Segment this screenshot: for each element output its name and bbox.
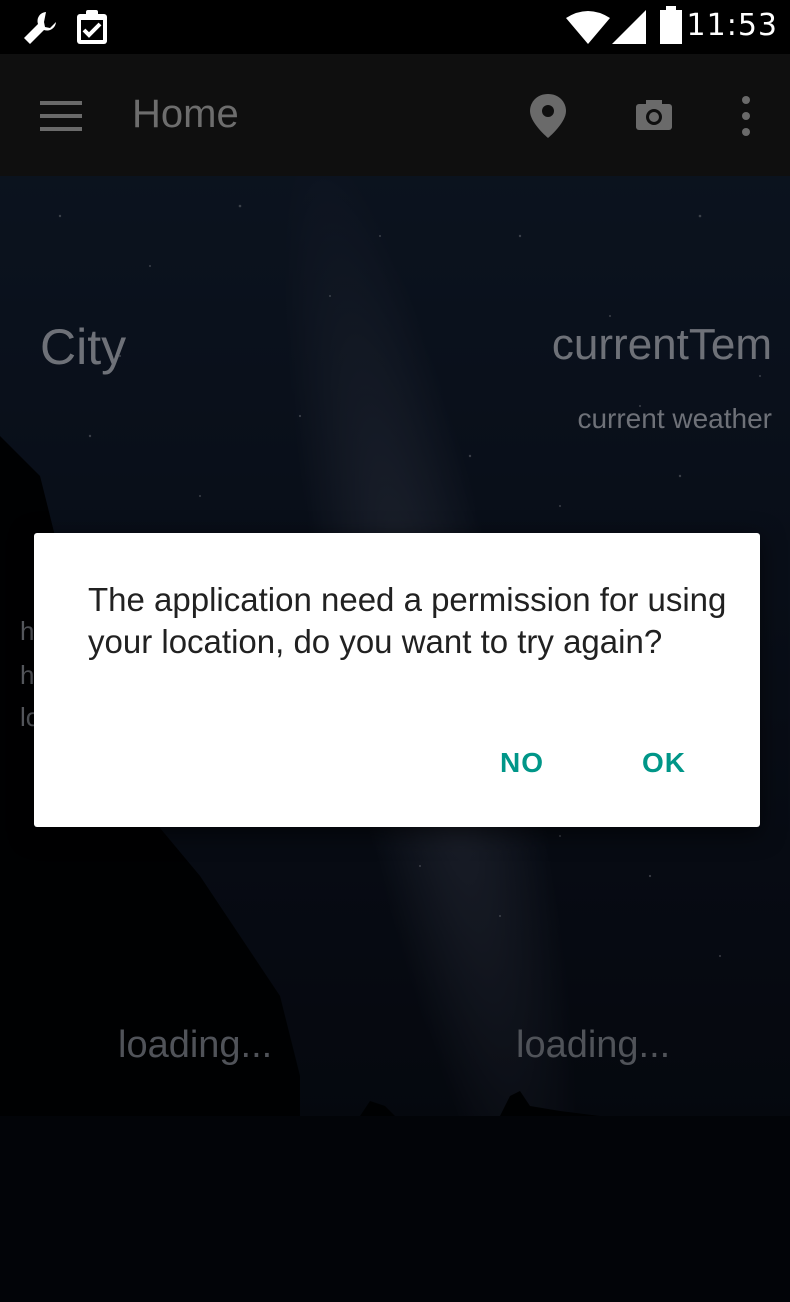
dialog-message: The application need a permission for us… <box>88 581 727 660</box>
signal-icon <box>612 10 646 48</box>
app-toolbar: Home <box>0 54 790 176</box>
city-label: City <box>40 319 127 375</box>
partial-detail-line: h <box>20 616 35 646</box>
overflow-menu-icon <box>742 96 750 136</box>
page-title: Home <box>132 92 239 136</box>
partial-detail-line: h <box>20 660 35 690</box>
loading-left-label: loading... <box>118 1024 273 1066</box>
camera-icon <box>636 100 672 130</box>
status-time: 11:53 <box>686 8 778 43</box>
clipboard-check-icon <box>74 8 110 50</box>
location-pin-icon <box>530 94 566 138</box>
current-temp-label: currentTem <box>551 320 772 369</box>
no-button[interactable]: NO <box>500 747 544 779</box>
menu-button[interactable] <box>30 92 90 140</box>
loading-right-label: loading... <box>516 1024 671 1066</box>
status-bar: 11:53 <box>0 0 790 54</box>
wrench-icon <box>20 8 60 52</box>
battery-icon <box>660 6 682 48</box>
wifi-icon <box>566 10 610 48</box>
camera-button[interactable] <box>632 94 676 138</box>
menu-icon <box>40 101 82 131</box>
location-button[interactable] <box>526 92 570 140</box>
current-weather-label: current weather <box>577 403 772 434</box>
ok-button[interactable]: OK <box>642 747 686 779</box>
overflow-menu-button[interactable] <box>728 90 764 142</box>
permission-dialog: The application need a permission for us… <box>34 533 760 827</box>
